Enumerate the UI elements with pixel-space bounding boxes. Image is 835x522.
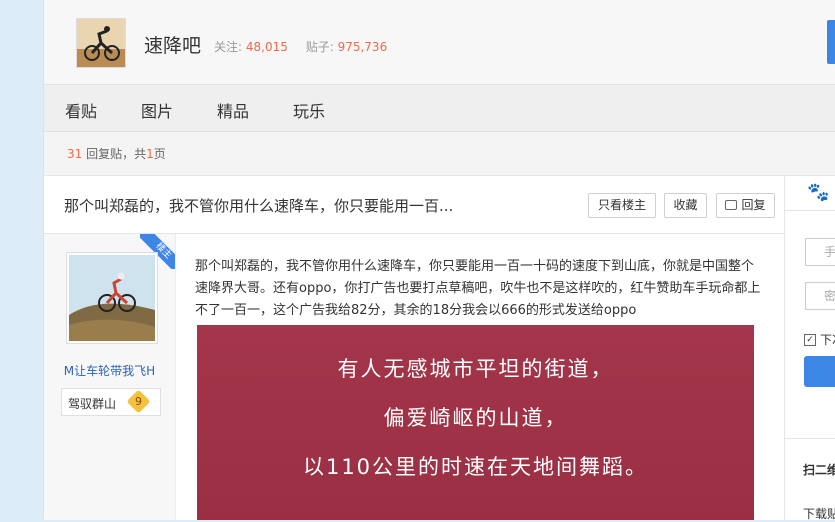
forum-nav: 看贴 图片 精品 玩乐 bbox=[44, 85, 835, 132]
author-level-badge[interactable]: 驾驭群山 9 bbox=[61, 388, 161, 416]
page-suffix: 页 bbox=[153, 147, 166, 161]
tab-images[interactable]: 图片 bbox=[141, 98, 173, 122]
thread-container: 那个叫郑磊的，我不管你用什么速降车，你只要能用一百... 只看楼主 收藏 回复 … bbox=[44, 175, 784, 520]
thread-title-bar: 那个叫郑磊的，我不管你用什么速降车，你只要能用一百... 只看楼主 收藏 回复 bbox=[44, 176, 784, 234]
comment-icon bbox=[725, 199, 738, 210]
reply-count: 31 bbox=[67, 147, 83, 161]
follow-button[interactable] bbox=[827, 20, 835, 64]
remember-checkbox[interactable]: ✓ 下次 bbox=[804, 331, 835, 348]
posts-label: 贴子: bbox=[305, 40, 334, 54]
forum-avatar[interactable] bbox=[76, 18, 126, 68]
favorite-button[interactable]: 收藏 bbox=[664, 193, 707, 218]
thread-title: 那个叫郑磊的，我不管你用什么速降车，你只要能用一百... bbox=[64, 197, 454, 215]
tab-fun[interactable]: 玩乐 bbox=[293, 98, 325, 122]
reply-button[interactable]: 回复 bbox=[716, 193, 775, 218]
image-text-line: 以110公里的时速在天地间舞蹈。 bbox=[302, 455, 649, 479]
sidebar-divider bbox=[785, 438, 835, 439]
page-count: 1 bbox=[146, 147, 154, 161]
author-column: 楼主 M让车轮带我飞H 驾驭群山 9 bbox=[44, 234, 176, 520]
follow-count: 48,015 bbox=[245, 40, 288, 54]
remember-label: 下次 bbox=[820, 333, 835, 347]
follow-label: 关注: bbox=[214, 40, 243, 54]
image-text-line: 有人无感城市平坦的街道， bbox=[337, 357, 614, 381]
image-text-line: 偏爱崎岖的山道， bbox=[383, 406, 568, 430]
checkbox-icon[interactable]: ✓ bbox=[804, 333, 816, 346]
login-sidebar: 🐾 手 密 ✓ 下次 扫二维 下载贴 bbox=[784, 175, 835, 522]
author-badge-label: 驾驭群山 bbox=[68, 397, 117, 411]
posts-count: 975,736 bbox=[337, 40, 388, 54]
author-avatar[interactable] bbox=[66, 252, 158, 344]
sidebar-divider bbox=[785, 210, 835, 211]
author-level: 9 bbox=[135, 395, 142, 408]
baidu-paw-icon: 🐾 bbox=[807, 182, 830, 203]
forum-name[interactable]: 速降吧 bbox=[144, 31, 201, 58]
page-info: 31 回复贴，共1页 bbox=[67, 145, 166, 162]
reply-button-label: 回复 bbox=[741, 198, 766, 212]
tab-featured[interactable]: 精品 bbox=[217, 98, 249, 122]
password-input[interactable]: 密 bbox=[805, 282, 835, 310]
download-label[interactable]: 下载贴 bbox=[803, 505, 835, 522]
only-op-button[interactable]: 只看楼主 bbox=[588, 193, 656, 218]
username-input[interactable]: 手 bbox=[805, 238, 835, 266]
post-image[interactable]: 有人无感城市平坦的街道， 偏爱崎岖的山道， 以110公里的时速在天地间舞蹈。 bbox=[197, 325, 754, 520]
forum-stats: 关注: 48,015 贴子: 975,736 bbox=[214, 38, 401, 55]
post-text: 那个叫郑磊的，我不管你用什么速降车，你只要能用一百一十码的速度下到山底，你就是中… bbox=[195, 259, 761, 318]
forum-header: 速降吧 关注: 48,015 贴子: 975,736 bbox=[44, 0, 835, 85]
reply-text: 回复贴，共 bbox=[86, 147, 147, 161]
author-name[interactable]: M让车轮带我飞H bbox=[44, 362, 175, 379]
scan-qr-label: 扫二维 bbox=[803, 463, 835, 477]
tab-posts[interactable]: 看贴 bbox=[65, 98, 97, 122]
login-button[interactable] bbox=[804, 356, 835, 387]
page: 速降吧 关注: 48,015 贴子: 975,736 看贴 图片 精品 玩乐 3… bbox=[43, 0, 835, 522]
